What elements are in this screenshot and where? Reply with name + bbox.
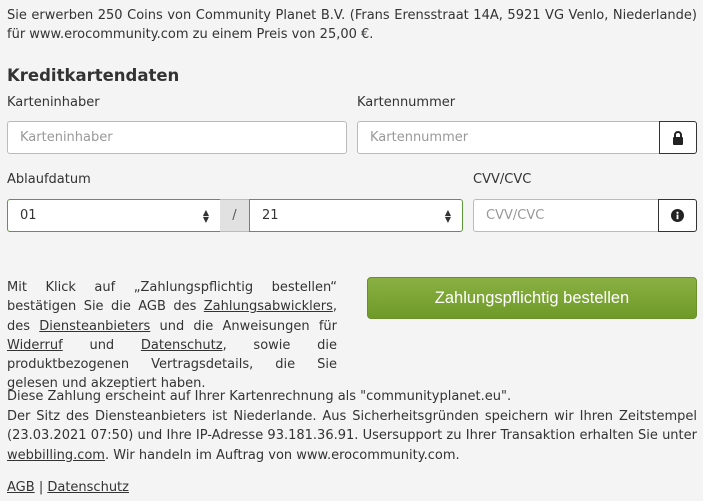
expiry-year-value: 21 — [262, 208, 279, 223]
expiry-label: Ablaufdatum — [7, 172, 91, 187]
link-diensteanbieter[interactable]: Diensteanbieters — [39, 319, 150, 334]
cardholder-label: Karteninhaber — [7, 95, 100, 110]
info-icon — [671, 209, 684, 222]
security-notice: Der Sitz des Diensteanbieters ist Nieder… — [7, 408, 697, 463]
footer-link-separator: | — [38, 480, 44, 495]
billing-descriptor: Diese Zahlung erscheint auf Ihrer Karten… — [7, 389, 512, 404]
lock-button — [659, 121, 697, 154]
cvv-info-button[interactable] — [658, 199, 697, 232]
cvv-input[interactable]: CVV/CVC — [473, 199, 659, 232]
cvv-label: CVV/CVC — [473, 172, 532, 187]
section-title: Kreditkartendaten — [7, 66, 180, 85]
expiry-separator: / — [220, 199, 249, 232]
lock-icon — [673, 130, 683, 145]
pay-button[interactable]: Zahlungspflichtig bestellen — [367, 277, 697, 319]
select-arrows-icon: ▲ ▼ — [444, 208, 451, 224]
billing-info: Diese Zahlung erscheint auf Ihrer Karten… — [7, 387, 697, 465]
expiry-year-select[interactable]: 21 ▲ ▼ — [249, 199, 463, 232]
link-webbilling[interactable]: webbilling.com — [7, 448, 105, 463]
expiry-month-select[interactable]: 01 ▲ ▼ — [7, 199, 221, 232]
cardnumber-label: Kartennummer — [357, 95, 456, 110]
expiry-month-value: 01 — [20, 208, 37, 223]
consent-text: Mit Klick auf „Zahlungspflichtig bestell… — [7, 280, 338, 392]
link-agb[interactable]: AGB — [7, 480, 35, 495]
select-arrows-icon: ▲ ▼ — [202, 208, 209, 224]
footer-links: AGB | Datenschutz — [7, 480, 129, 495]
purchase-description: Sie erwerben 250 Coins von Community Pla… — [7, 8, 697, 42]
link-datenschutz-footer[interactable]: Datenschutz — [47, 480, 129, 495]
cardholder-input[interactable]: Karteninhaber — [7, 121, 347, 154]
link-datenschutz[interactable]: Datenschutz — [141, 338, 223, 353]
link-widerruf[interactable]: Widerruf — [7, 338, 63, 353]
link-zahlungsabwickler[interactable]: Zahlungsabwicklers — [204, 299, 333, 314]
cardnumber-input[interactable]: Kartennummer — [357, 121, 660, 154]
